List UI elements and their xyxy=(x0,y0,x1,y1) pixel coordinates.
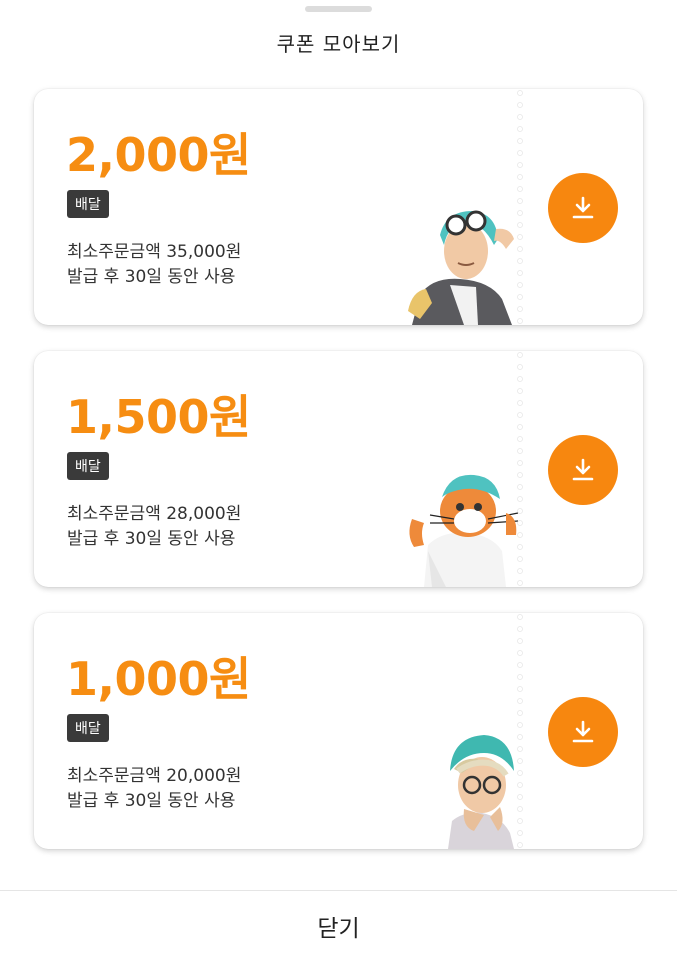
coupon-validity: 발급 후 30일 동안 사용 xyxy=(67,529,236,549)
download-coupon-button[interactable] xyxy=(548,697,618,767)
cat-helmet-illustration xyxy=(409,474,519,587)
coupon-tag: 배달 xyxy=(67,452,109,480)
download-icon xyxy=(572,458,594,481)
coupon-card: 1,000원 배달 최소주문금액 20,000원 발급 후 30일 동안 사용 xyxy=(34,613,643,849)
coupon-amount: 1,500원 xyxy=(66,390,251,444)
coupon-amount: 1,000원 xyxy=(66,652,251,706)
coupon-card: 2,000원 배달 최소주문금액 35,000원 발급 후 30일 동안 사용 xyxy=(34,89,643,325)
coupon-min-order: 최소주문금액 20,000원 xyxy=(67,766,242,786)
coupon-conditions: 최소주문금액 35,000원 발급 후 30일 동안 사용 xyxy=(67,240,241,290)
perforation-divider xyxy=(516,89,524,325)
coupon-min-order: 최소주문금액 35,000원 xyxy=(67,242,242,262)
download-coupon-button[interactable] xyxy=(548,435,618,505)
download-coupon-button[interactable] xyxy=(548,173,618,243)
perforation-divider xyxy=(516,613,524,849)
download-icon xyxy=(572,196,594,219)
coupon-amount: 2,000원 xyxy=(66,128,251,182)
close-button[interactable]: 닫기 xyxy=(0,891,677,960)
coupon-validity: 발급 후 30일 동안 사용 xyxy=(67,791,236,811)
perforation-divider xyxy=(516,351,524,587)
coupon-conditions: 최소주문금액 20,000원 발급 후 30일 동안 사용 xyxy=(67,764,241,814)
sheet-title: 쿠폰 모아보기 xyxy=(276,32,401,56)
coupon-tag: 배달 xyxy=(67,190,109,218)
download-icon xyxy=(572,720,594,743)
grandma-helmet-illustration xyxy=(448,735,514,849)
coupon-conditions: 최소주문금액 28,000원 발급 후 30일 동안 사용 xyxy=(67,502,241,552)
coupon-validity: 발급 후 30일 동안 사용 xyxy=(67,267,236,287)
drag-handle[interactable] xyxy=(305,6,372,12)
coupon-min-order: 최소주문금액 28,000원 xyxy=(67,504,242,524)
coupon-card: 1,500원 배달 최소주문금액 28,000원 발급 후 30일 동안 사용 xyxy=(34,351,643,587)
pilot-man-illustration xyxy=(408,210,514,325)
coupon-tag: 배달 xyxy=(67,714,109,742)
